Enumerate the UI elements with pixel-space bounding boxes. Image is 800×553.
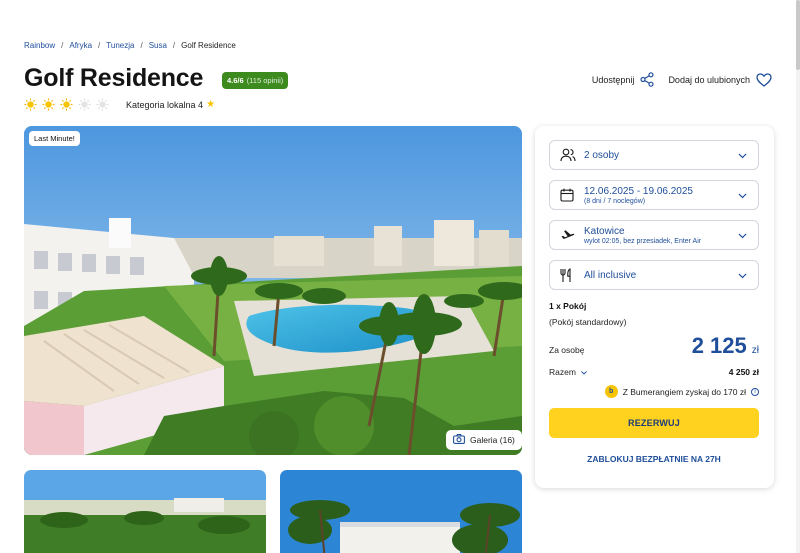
price-value: 2 125 <box>691 333 747 358</box>
gallery-button[interactable]: Galeria (16) <box>446 430 522 450</box>
guests-select[interactable]: 2 osoby <box>549 140 759 170</box>
dates-select[interactable]: 12.06.2025 - 19.06.2025 (8 dni / 7 nocle… <box>549 180 759 210</box>
total-value: 4 250 zł <box>728 367 759 377</box>
photo-thumbnail[interactable] <box>280 470 522 553</box>
chevron-down-icon <box>581 367 587 377</box>
room-title: 1 x Pokój <box>549 301 587 311</box>
dates-value: 12.06.2025 - 19.06.2025 <box>584 185 693 197</box>
sun-icon <box>24 98 37 111</box>
share-button[interactable]: Udostępnij <box>592 72 655 87</box>
book-button[interactable]: REZERWUJ <box>549 408 759 438</box>
top-actions: Udostępnij Dodaj do ulubionych <box>592 72 772 87</box>
breadcrumb-link-tunezja[interactable]: Tunezja <box>106 41 134 50</box>
hotel-main-photo[interactable] <box>24 126 522 455</box>
bumerang-info: b Z Bumerangiem zyskaj do 170 zł i <box>604 385 759 398</box>
bumerang-logo-icon: b <box>604 385 618 398</box>
breadcrumb-link-rainbow[interactable]: Rainbow <box>24 41 55 50</box>
breadcrumb-link-susa[interactable]: Susa <box>149 41 167 50</box>
share-label: Udostępnij <box>591 74 635 85</box>
departure-select[interactable]: Katowice wylot 02:05, bez przesiadek, En… <box>549 220 759 250</box>
guests-value: 2 osoby <box>584 149 620 161</box>
rating-badge[interactable]: 4.6/6 (115 opinii) <box>222 72 289 89</box>
board-select[interactable]: All inclusive <box>549 260 759 290</box>
dates-duration: (8 dni / 7 noclegów) <box>584 197 646 205</box>
total-label: Razem <box>549 367 576 377</box>
room-type: (Pokój standardowy) <box>549 317 627 327</box>
breadcrumb-link-afryka[interactable]: Afryka <box>69 41 92 50</box>
total-toggle[interactable]: Razem <box>549 367 587 377</box>
cutlery-icon <box>560 267 578 283</box>
local-category: Kategoria lokalna 4 ★ <box>126 99 215 110</box>
chevron-down-icon <box>738 146 748 164</box>
star-icon: ★ <box>206 99 216 110</box>
price-currency: zł <box>751 345 759 356</box>
breadcrumb: Rainbow / Afryka / Tunezja / Susa / Golf… <box>24 41 236 50</box>
photo-thumbnail[interactable] <box>24 470 266 553</box>
chevron-down-icon <box>738 226 748 244</box>
scrollbar-thumb[interactable] <box>796 0 800 70</box>
departure-details: wylot 02:05, bez przesiadek, Enter Air <box>584 237 702 245</box>
favorite-button[interactable]: Dodaj do ulubionych <box>668 72 772 87</box>
price-per-person: 2 125 zł <box>692 333 759 359</box>
sun-icon <box>42 98 55 111</box>
sun-empty-icon <box>78 98 91 111</box>
share-icon <box>640 72 655 87</box>
local-category-label: Kategoria lokalna 4 <box>126 99 204 110</box>
rating-score: 4.6/6 <box>227 76 244 85</box>
breadcrumb-separator: / <box>98 41 101 50</box>
page-title: Golf Residence <box>24 64 204 92</box>
chevron-down-icon <box>738 266 748 284</box>
sun-rating <box>24 98 109 111</box>
plane-icon <box>560 228 578 242</box>
users-icon <box>560 148 578 162</box>
info-icon[interactable]: i <box>751 387 759 396</box>
page-scrollbar[interactable] <box>796 0 800 553</box>
breadcrumb-separator: / <box>61 41 64 50</box>
board-value: All inclusive <box>584 269 637 281</box>
heart-icon <box>756 72 772 87</box>
gallery-label: Galeria (16) <box>470 435 515 445</box>
sun-empty-icon <box>96 98 109 111</box>
sun-icon <box>60 98 73 111</box>
rating-count: (115 opinii) <box>246 76 284 85</box>
bumerang-text: Z Bumerangiem zyskaj do 170 zł <box>622 386 746 397</box>
breadcrumb-separator: / <box>140 41 143 50</box>
camera-icon <box>453 434 465 446</box>
block-free-button[interactable]: ZABLOKUJ BEZPŁATNIE NA 27H <box>549 451 759 467</box>
departure-value: Katowice <box>584 225 625 237</box>
last-minute-badge: Last Minute! <box>29 131 80 146</box>
calendar-icon <box>560 188 578 202</box>
chevron-down-icon <box>738 186 748 204</box>
booking-panel: 2 osoby 12.06.2025 - 19.06.2025 (8 dni /… <box>535 126 774 488</box>
breadcrumb-current: Golf Residence <box>181 41 236 50</box>
breadcrumb-separator: / <box>172 41 176 50</box>
favorite-label: Dodaj do ulubionych <box>668 74 750 85</box>
per-person-label: Za osobę <box>549 345 585 355</box>
